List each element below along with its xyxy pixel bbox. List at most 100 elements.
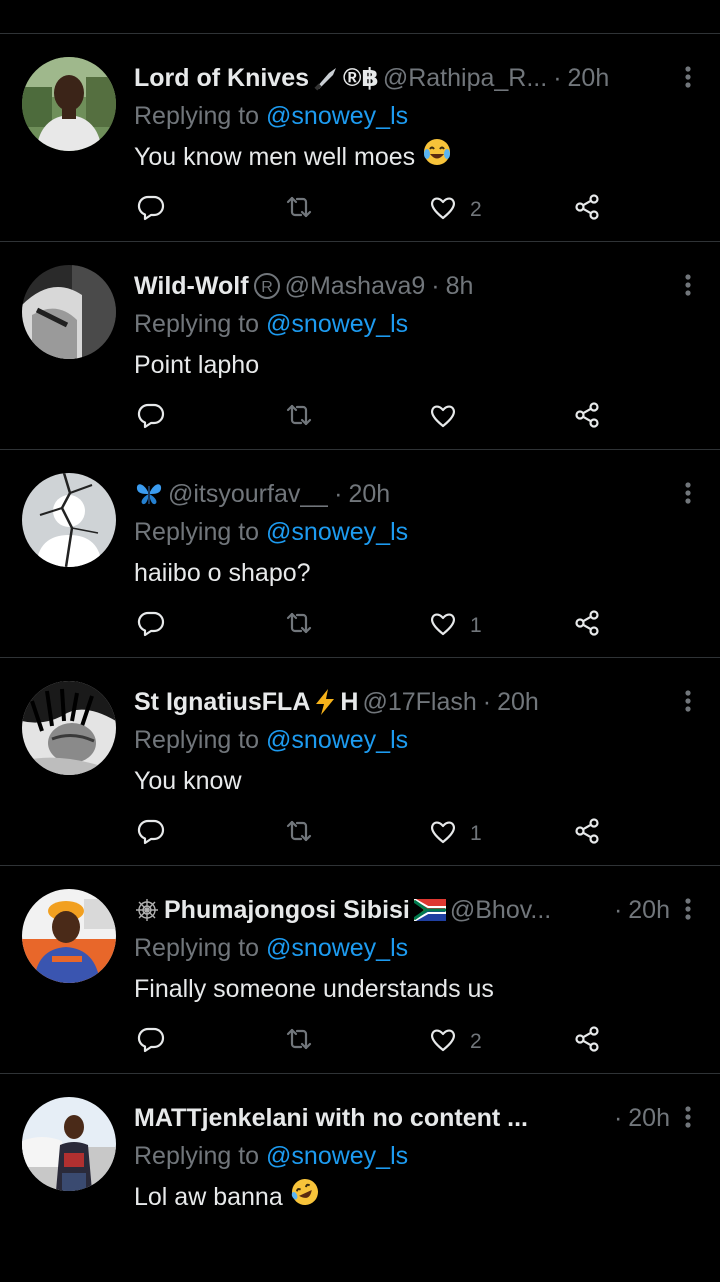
user-handle[interactable]: @17Flash (362, 688, 476, 717)
reply-tweet[interactable]: Phumajongosi Sibisi @Bhov... · 20h Reply… (0, 866, 720, 1074)
user-handle[interactable]: @itsyourfav__ (168, 480, 328, 509)
like-button[interactable] (428, 402, 470, 434)
retweet-button[interactable] (284, 194, 314, 226)
knife-emoji-icon (313, 65, 339, 91)
tweet-text-content: haiibo o shapo? (134, 559, 311, 587)
retweet-icon (284, 400, 314, 436)
share-icon (572, 608, 602, 644)
mention-link[interactable]: @snowey_ls (266, 518, 408, 546)
avatar[interactable] (22, 681, 116, 775)
like-button[interactable]: 2 (428, 194, 482, 226)
timestamp[interactable]: 20h (349, 480, 391, 509)
mention-link[interactable]: @snowey_ls (266, 726, 408, 754)
separator-dot: · (613, 895, 623, 924)
mention-link[interactable]: @snowey_ls (266, 934, 408, 962)
timestamp[interactable]: 20h (628, 1104, 670, 1133)
tweet-text: Point lapho (134, 344, 670, 386)
display-name[interactable]: MATTjenkelani with no content ... (134, 1104, 528, 1133)
avatar[interactable] (22, 265, 116, 359)
separator-dot: · (482, 687, 492, 716)
like-button[interactable]: 2 (428, 1026, 482, 1058)
reply-tweet[interactable]: St IgnatiusFLA H @17Flash · 20h Replying… (0, 658, 720, 866)
avatar[interactable] (22, 57, 116, 151)
more-options-icon[interactable] (682, 480, 694, 510)
display-name[interactable]: Wild-Wolf (134, 272, 249, 301)
timestamp[interactable]: 8h (446, 272, 474, 301)
tweet-actions: 2 (134, 194, 614, 226)
heart-icon (428, 400, 458, 436)
share-icon (572, 816, 602, 852)
tweet-actions: 1 (134, 818, 614, 850)
mention-link[interactable]: @snowey_ls (266, 1142, 408, 1170)
retweet-button[interactable] (284, 1026, 314, 1058)
tweet-text: Lol aw banna (134, 1176, 670, 1218)
separator-dot: · (334, 479, 343, 508)
reply-button[interactable] (136, 1026, 166, 1058)
like-count: 2 (470, 1030, 482, 1053)
registered-outline-icon: R (253, 272, 281, 300)
retweet-icon (284, 1024, 314, 1060)
display-name[interactable]: St IgnatiusFLA (134, 688, 310, 717)
avatar[interactable] (22, 473, 116, 567)
replying-to-label: Replying to (134, 102, 260, 130)
reply-button[interactable] (136, 402, 166, 434)
share-icon (572, 1024, 602, 1060)
reply-tweet[interactable]: MATTjenkelani with no content ... · 20h … (0, 1074, 720, 1282)
tweet-text: Finally someone understands us (134, 968, 670, 1010)
replying-to: Replying to @snowey_ls (134, 720, 670, 760)
rofl-emoji-icon (290, 1177, 320, 1220)
more-options-icon[interactable] (682, 64, 694, 94)
avatar[interactable] (22, 889, 116, 983)
replying-to-label: Replying to (134, 310, 260, 338)
user-handle[interactable]: @Rathipa_R... (383, 64, 547, 93)
timestamp[interactable]: 20h (628, 896, 670, 925)
reply-button[interactable] (136, 818, 166, 850)
svg-text:R: R (261, 279, 273, 296)
tweet-actions: 2 (134, 1026, 614, 1058)
more-options-icon[interactable] (682, 896, 694, 926)
like-button[interactable]: 1 (428, 610, 482, 642)
retweet-button[interactable] (284, 818, 314, 850)
timestamp[interactable]: 20h (568, 64, 610, 93)
avatar[interactable] (22, 1097, 116, 1191)
heart-icon (428, 816, 458, 852)
share-button[interactable] (572, 194, 602, 226)
more-options-icon[interactable] (682, 688, 694, 718)
replying-to: Replying to @snowey_ls (134, 928, 670, 968)
retweet-button[interactable] (284, 402, 314, 434)
user-handle[interactable]: @Mashava9 (285, 272, 426, 301)
mention-link[interactable]: @snowey_ls (266, 102, 408, 130)
reply-tweet[interactable]: Wild-Wolf R @Mashava9 · 8h Replying to @… (0, 242, 720, 450)
share-icon (572, 400, 602, 436)
more-options-icon[interactable] (682, 272, 694, 302)
lightning-emoji-icon (314, 688, 336, 716)
replying-to: Replying to @snowey_ls (134, 1136, 670, 1176)
retweet-button[interactable] (284, 610, 314, 642)
reply-icon (136, 816, 166, 852)
more-options-icon[interactable] (682, 1104, 694, 1134)
reply-button[interactable] (136, 194, 166, 226)
display-name[interactable]: Lord of Knives (134, 64, 309, 93)
share-button[interactable] (572, 610, 602, 642)
share-button[interactable] (572, 818, 602, 850)
share-button[interactable] (572, 402, 602, 434)
reply-tweet[interactable]: @itsyourfav__ · 20h Replying to @snowey_… (0, 450, 720, 658)
replying-to-label: Replying to (134, 1142, 260, 1170)
name-suffix-symbols: ®฿ (343, 64, 379, 92)
like-button[interactable]: 1 (428, 818, 482, 850)
display-name[interactable]: Phumajongosi Sibisi (164, 896, 410, 925)
tweet-text-content: Point lapho (134, 351, 260, 379)
tweet-text: You know (134, 760, 670, 802)
user-handle[interactable]: @Bhov... (450, 896, 551, 925)
replying-to-label: Replying to (134, 934, 260, 962)
display-name-suffix[interactable]: H (340, 688, 358, 717)
reply-button[interactable] (136, 610, 166, 642)
timestamp[interactable]: 20h (497, 688, 539, 717)
mention-link[interactable]: @snowey_ls (266, 310, 408, 338)
reply-tweet[interactable]: Lord of Knives ®฿ @Rathipa_R... · 20h Re… (0, 34, 720, 242)
replying-to-label: Replying to (134, 726, 260, 754)
reply-icon (136, 608, 166, 644)
reply-icon (136, 1024, 166, 1060)
joy-emoji-icon (422, 137, 452, 180)
share-button[interactable] (572, 1026, 602, 1058)
